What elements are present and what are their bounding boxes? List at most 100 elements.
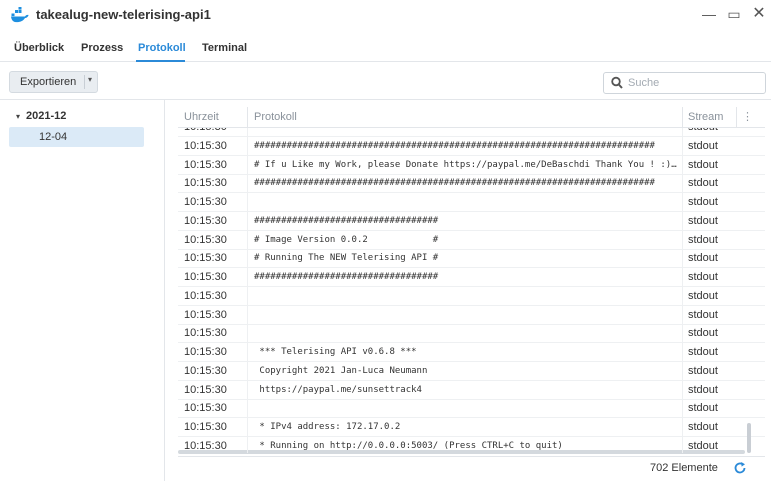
table-row[interactable]: 10:15:30 stdout [178, 306, 765, 325]
column-line [682, 128, 683, 453]
table-row[interactable]: 10:15:30 ################################… [178, 268, 765, 287]
export-button-divider [84, 75, 85, 89]
log-message-cell: # Running The NEW Telerising API # [254, 253, 439, 264]
log-time-cell: 10:15:30 [184, 327, 227, 340]
export-button[interactable]: Exportieren ▾ [9, 71, 98, 93]
log-time-cell: 10:15:30 [184, 214, 227, 227]
log-time-cell: 10:15:30 [184, 177, 227, 190]
column-line [247, 128, 248, 453]
log-message-cell: ########################################… [254, 140, 655, 151]
log-stream-cell: stdout [688, 233, 718, 246]
log-stream-cell: stdout [688, 177, 718, 190]
docker-whale-icon [11, 7, 29, 23]
log-time-cell: 10:15:30 [184, 252, 227, 265]
log-time-cell: 10:15:30 [184, 383, 227, 396]
tab-log[interactable]: Protokoll [138, 42, 186, 54]
log-stream-cell: stdout [688, 158, 718, 171]
log-time-cell: 10:15:30 [184, 402, 227, 415]
minimize-button[interactable]: — [700, 5, 718, 23]
table-row[interactable]: 10:15:30 # Image Version 0.0.2 # stdout [178, 231, 765, 250]
item-count: 702 Elemente [650, 462, 718, 474]
log-stream-cell: stdout [688, 402, 718, 415]
log-message-cell: ########################################… [254, 178, 655, 189]
date-tree-panel: ▾ 2021-12 12-04 [0, 100, 165, 481]
search-icon [611, 76, 623, 89]
table-row[interactable]: 10:15:30 stdout [178, 193, 765, 212]
log-stream-cell: stdout [688, 289, 718, 302]
tree-item-day[interactable]: 12-04 [9, 127, 144, 147]
table-row[interactable]: 10:15:30 ################################… [178, 137, 765, 156]
log-stream-cell: stdout [688, 364, 718, 377]
table-row[interactable]: 10:15:30 Copyright 2021 Jan-Luca Neumann… [178, 362, 765, 381]
table-row[interactable]: 10:15:30 ################################… [178, 174, 765, 194]
log-stream-cell: stdout [688, 327, 718, 340]
log-time-cell: 10:15:30 [184, 289, 227, 302]
refresh-icon[interactable] [733, 461, 747, 475]
table-row[interactable]: 10:15:30 *** Telerising API v0.6.8 *** st… [178, 343, 765, 362]
log-stream-cell: stdout [688, 196, 718, 208]
maximize-button[interactable]: ▭ [725, 5, 743, 23]
table-row[interactable]: 10:15:30 # Running The NEW Telerising API… [178, 249, 765, 269]
log-stream-cell: stdout [688, 421, 718, 433]
tab-process[interactable]: Prozess [81, 42, 123, 54]
footer-divider [178, 456, 765, 457]
log-time-cell: 10:15:30 [184, 139, 227, 152]
log-message-cell: * IPv4 address: 172.17.0.2 [254, 422, 401, 432]
log-grid: Uhrzeit Protokoll Stream ⋮ 10:15:30 stdou… [178, 107, 765, 453]
table-row[interactable]: 10:15:30 stdout [178, 324, 765, 344]
horizontal-scrollbar[interactable] [178, 450, 745, 454]
log-stream-cell: stdout [688, 214, 718, 227]
log-message-cell: ################################## [254, 215, 439, 226]
column-menu-icon[interactable]: ⋮ [742, 110, 753, 123]
table-row[interactable]: 10:15:30 https://paypal.me/sunsettrack4 s… [178, 381, 765, 400]
tree-item-label: 12-04 [39, 131, 68, 143]
tab-overview[interactable]: Überblick [14, 42, 64, 54]
table-row[interactable]: 10:15:30 ################################… [178, 212, 765, 231]
tree-group-label: 2021-12 [26, 110, 67, 122]
log-stream-cell: stdout [688, 383, 718, 396]
log-message-cell: # Image Version 0.0.2 # [254, 234, 439, 245]
log-time-cell: 10:15:30 [184, 233, 227, 246]
column-header-time[interactable]: Uhrzeit [184, 111, 219, 123]
log-message-cell: ################################## [254, 272, 439, 282]
table-row[interactable]: 10:15:30 stdout [178, 399, 765, 419]
active-tab-indicator [136, 60, 185, 62]
log-message-cell: # If u Like my Work, please Donate https… [254, 159, 677, 170]
title-bar: takealug-new-telerising-api1 — ▭ ✕ [0, 0, 771, 30]
table-row[interactable]: 10:15:30 stdout [178, 287, 765, 306]
table-row[interactable]: 10:15:30 # If u Like my Work, please Dona… [178, 156, 765, 175]
log-time-cell: 10:15:30 [184, 308, 227, 321]
log-time-cell: 10:15:30 [184, 346, 227, 358]
search-input[interactable] [628, 75, 760, 91]
column-header-stream[interactable]: Stream [688, 111, 723, 123]
log-time-cell: 10:15:30 [184, 421, 227, 433]
log-stream-cell: stdout [688, 271, 718, 283]
caret-down-icon: ▾ [16, 112, 21, 121]
chevron-down-icon[interactable]: ▾ [88, 75, 92, 84]
column-header-log[interactable]: Protokoll [254, 111, 297, 123]
grid-header: Uhrzeit Protokoll Stream ⋮ [178, 107, 765, 128]
column-divider[interactable] [682, 107, 683, 128]
log-time-cell: 10:15:30 [184, 158, 227, 171]
log-stream-cell: stdout [688, 308, 718, 321]
log-time-cell: 10:15:30 [184, 196, 227, 208]
vertical-scrollbar[interactable] [747, 423, 751, 453]
log-time-cell: 10:15:30 [184, 364, 227, 377]
tab-terminal[interactable]: Terminal [202, 42, 247, 54]
table-row[interactable]: 10:15:30 * IPv4 address: 172.17.0.2 stdou… [178, 418, 765, 437]
tree-group-month[interactable]: ▾ 2021-12 [16, 110, 66, 122]
close-button[interactable]: ✕ [750, 5, 768, 23]
export-button-label: Exportieren [20, 76, 77, 88]
log-stream-cell: stdout [688, 346, 718, 358]
log-message-cell: https://paypal.me/sunsettrack4 [254, 384, 422, 395]
log-time-cell: 10:15:30 [184, 271, 227, 283]
column-divider[interactable] [247, 107, 248, 128]
column-divider[interactable] [736, 107, 737, 128]
search-box[interactable] [603, 72, 766, 94]
log-stream-cell: stdout [688, 252, 718, 265]
log-message-cell: *** Telerising API v0.6.8 *** [254, 347, 417, 357]
window-title: takealug-new-telerising-api1 [36, 7, 211, 22]
log-message-cell: Copyright 2021 Jan-Luca Neumann [254, 365, 428, 376]
tab-bar: Überblick Prozess Protokoll Terminal [0, 32, 771, 62]
log-stream-cell: stdout [688, 139, 718, 152]
